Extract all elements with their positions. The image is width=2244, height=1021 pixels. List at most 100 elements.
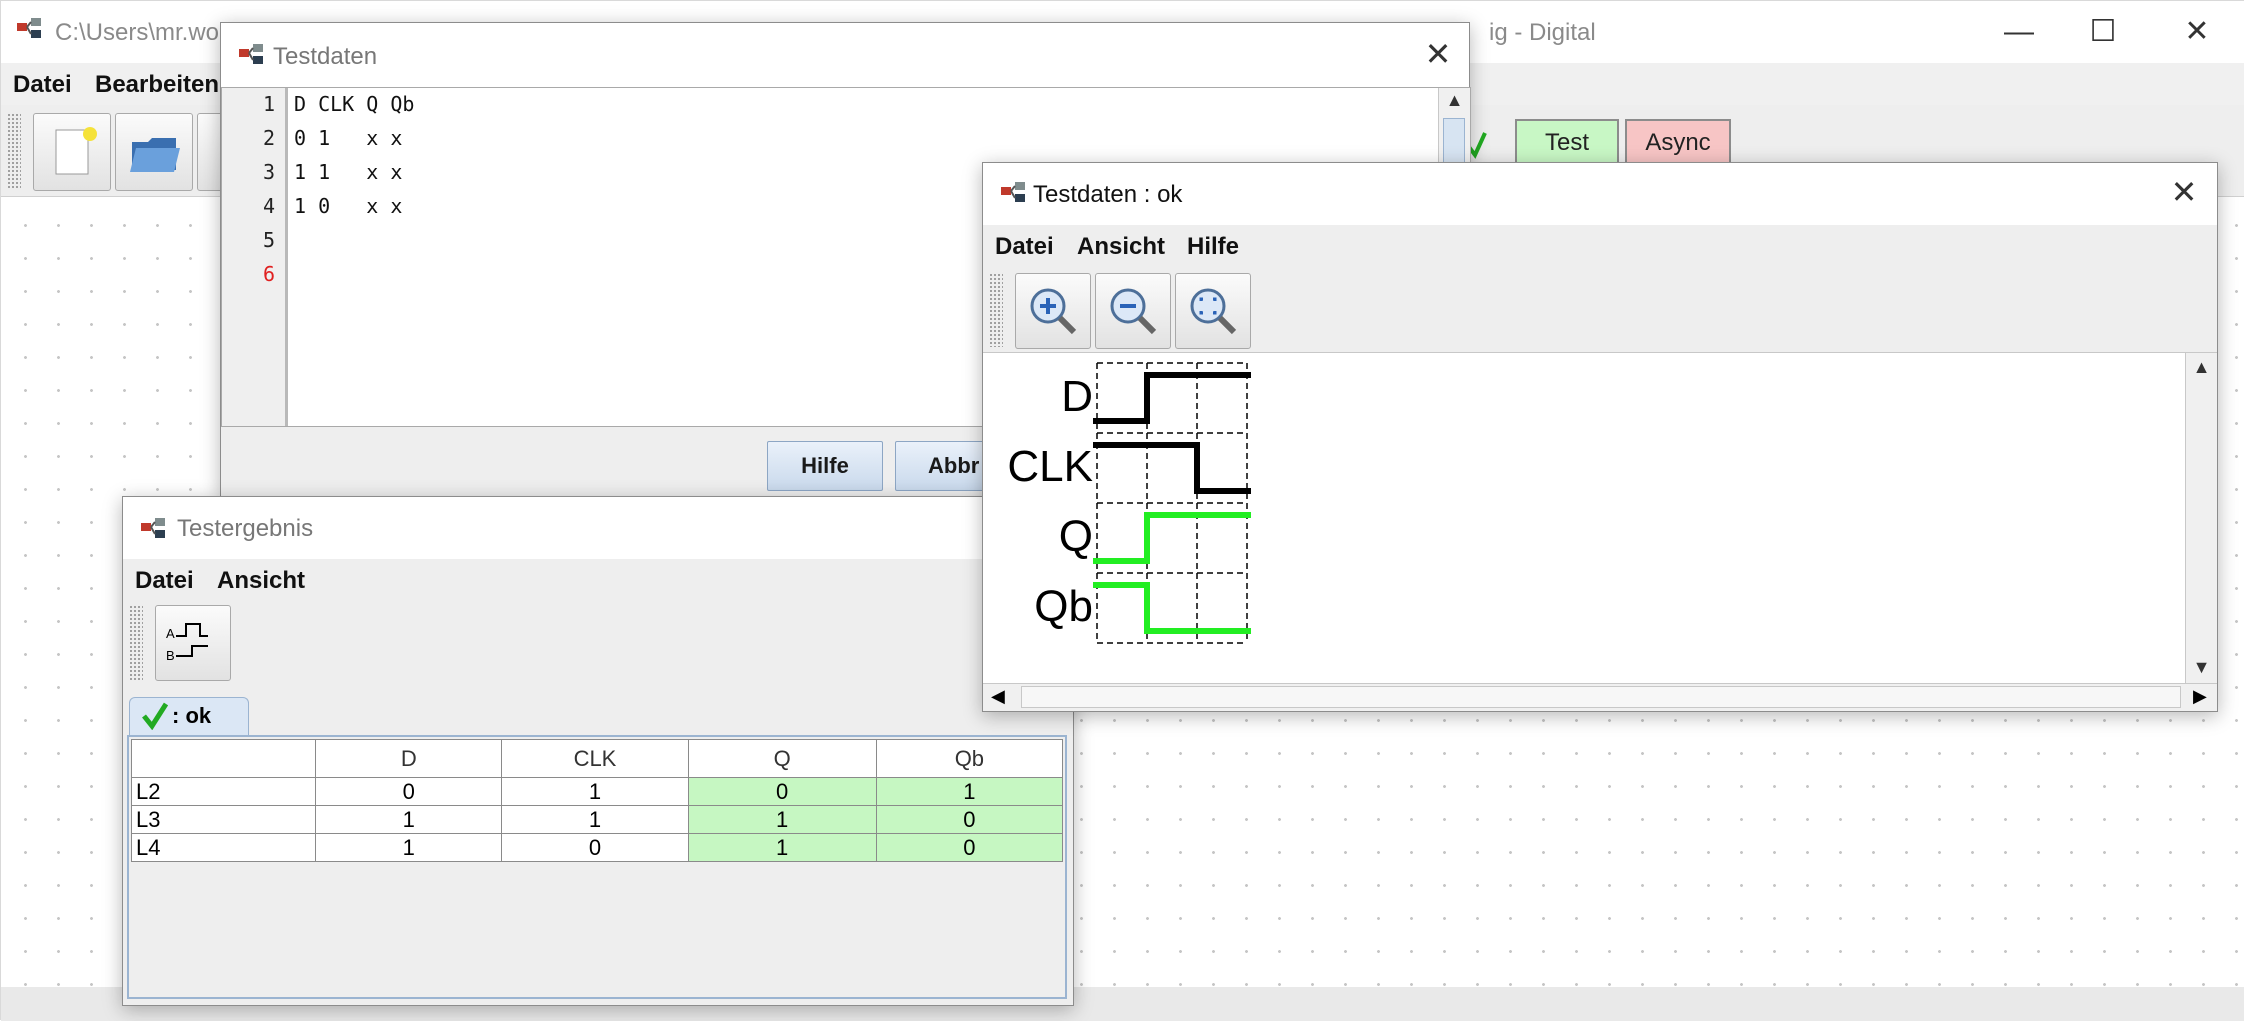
async-mode-button[interactable]: Async (1625, 119, 1731, 167)
scroll-right-icon[interactable]: ▶ (2193, 686, 2207, 707)
cell-d: 0 (315, 777, 503, 806)
signal-label-qb: Qb (1034, 582, 1093, 631)
code-line: 0 1 x x (294, 126, 403, 150)
timing-diagram: D CLK Q Qb (1007, 362, 1251, 644)
line-number: 4 (262, 194, 275, 218)
new-file-icon (55, 127, 97, 175)
row-label: L2 (130, 777, 317, 806)
menu-datei[interactable]: Datei (13, 71, 72, 99)
signal-waveform-qb (1093, 582, 1251, 634)
toolbar-grip[interactable] (989, 273, 1003, 347)
result-menubar: Datei Ansicht (123, 559, 1073, 599)
timing-close-icon[interactable]: ✕ (2159, 173, 2209, 211)
scroll-up-icon[interactable]: ▲ (1439, 90, 1470, 111)
row-label: L4 (130, 833, 317, 862)
cell-clk: 0 (501, 833, 689, 862)
timing-titlebar: Testdaten : ok ✕ (983, 163, 2217, 225)
digital-app-icon (239, 44, 263, 64)
digital-app-icon (17, 18, 41, 38)
editor-title: Testdaten (273, 43, 378, 70)
digital-app-icon (1001, 182, 1025, 202)
zoom-out-icon (1110, 288, 1157, 335)
cell-d: 1 (315, 833, 503, 862)
close-button[interactable]: ✕ (2167, 7, 2227, 57)
line-number: 5 (262, 228, 275, 252)
new-file-button[interactable] (33, 113, 111, 191)
open-folder-icon (130, 138, 180, 172)
scroll-down-icon[interactable]: ▼ (2186, 657, 2217, 678)
show-timing-diagram-button[interactable]: A B (155, 605, 231, 681)
result-toolbar: A B (123, 599, 1073, 689)
cell-qb: 0 (875, 833, 1064, 862)
timing-vertical-scrollbar[interactable]: ▲ ▼ (2185, 353, 2217, 683)
signal-label-d: D (1061, 372, 1093, 421)
menu-bearbeiten[interactable]: Bearbeiten (95, 71, 219, 99)
column-header-qb[interactable]: Qb (875, 739, 1064, 778)
result-title: Testergebnis (177, 515, 314, 542)
digital-app-icon (141, 518, 165, 538)
open-file-button[interactable] (115, 113, 193, 191)
zoom-fit-button[interactable] (1175, 273, 1251, 349)
signal-waveform-clk (1093, 442, 1251, 494)
row-label: L3 (130, 805, 317, 834)
table-row[interactable]: L4 1 0 1 0 (130, 833, 1064, 862)
zoom-in-icon (1030, 288, 1077, 335)
column-header-d[interactable]: D (315, 739, 503, 778)
result-table: D CLK Q Qb L2 0 1 0 1 L3 1 1 1 0 L4 1 0 … (130, 739, 1064, 862)
timing-menu-ansicht[interactable]: Ansicht (1077, 233, 1165, 261)
timing-menu-datei[interactable]: Datei (995, 233, 1054, 261)
tab-ok[interactable]: : ok (129, 697, 249, 735)
line-number: 2 (262, 126, 275, 150)
tab-ok-label: : ok (172, 703, 212, 728)
cell-qb: 1 (875, 777, 1064, 806)
line-number: 1 (262, 92, 275, 116)
svg-text:A: A (166, 626, 175, 641)
timing-title: Testdaten : ok (1033, 181, 1183, 208)
toolbar-grip[interactable] (7, 113, 21, 189)
toolbar-grip[interactable] (129, 605, 143, 681)
cell-clk: 1 (501, 805, 689, 834)
main-title-suffix: ig - Digital (1489, 19, 1596, 46)
column-header-clk[interactable]: CLK (501, 739, 689, 778)
scroll-track[interactable] (1021, 686, 2181, 708)
zoom-out-button[interactable] (1095, 273, 1171, 349)
signal-label-clk: CLK (1007, 442, 1093, 491)
svg-text:B: B (166, 648, 175, 663)
column-header-label[interactable] (130, 739, 317, 778)
maximize-button[interactable]: ☐ (2073, 7, 2133, 57)
code-line: D CLK Q Qb (294, 92, 415, 116)
signal-label-q: Q (1059, 512, 1093, 561)
timing-diagram-window: Testdaten : ok ✕ Datei Ansicht Hilfe D C… (982, 162, 2218, 712)
cell-d: 1 (315, 805, 503, 834)
code-line: 1 0 x x (294, 194, 403, 218)
timing-horizontal-scrollbar[interactable]: ◀ ▶ (983, 683, 2217, 711)
test-mode-button[interactable]: Test (1515, 119, 1619, 167)
code-line: 1 1 x x (294, 160, 403, 184)
zoom-in-button[interactable] (1015, 273, 1091, 349)
timing-menu-hilfe[interactable]: Hilfe (1187, 233, 1239, 261)
zoom-fit-icon (1190, 288, 1237, 335)
line-number-current: 6 (262, 262, 275, 286)
result-menu-datei[interactable]: Datei (135, 567, 194, 595)
scroll-up-icon[interactable]: ▲ (2186, 357, 2217, 378)
main-title: C:\Users\mr.woc (55, 19, 232, 46)
scroll-left-icon[interactable]: ◀ (991, 686, 1005, 707)
help-button[interactable]: Hilfe (767, 441, 883, 491)
minimize-button[interactable]: — (1989, 7, 2049, 57)
column-header-q[interactable]: Q (687, 739, 877, 778)
line-number-gutter: 1 2 3 4 5 6 (222, 88, 288, 426)
editor-close-icon[interactable]: ✕ (1413, 35, 1463, 73)
result-menu-ansicht[interactable]: Ansicht (217, 567, 305, 595)
green-check-icon (142, 702, 168, 730)
cell-q: 0 (687, 777, 877, 806)
timing-diagram-viewport[interactable]: D CLK Q Qb ▲ ▼ (983, 353, 2217, 683)
testergebnis-dialog: Testergebnis Datei Ansicht A B : ok D CL… (122, 496, 1074, 1006)
result-table-container: D CLK Q Qb L2 0 1 0 1 L3 1 1 1 0 L4 1 0 … (127, 735, 1067, 999)
table-row[interactable]: L3 1 1 1 0 (130, 805, 1064, 834)
result-titlebar: Testergebnis (123, 497, 1073, 559)
table-row[interactable]: L2 0 1 0 1 (130, 777, 1064, 806)
cell-qb: 0 (875, 805, 1064, 834)
timing-menubar: Datei Ansicht Hilfe (983, 225, 2217, 267)
cell-q: 1 (687, 805, 877, 834)
timing-toolbar (983, 267, 2217, 353)
